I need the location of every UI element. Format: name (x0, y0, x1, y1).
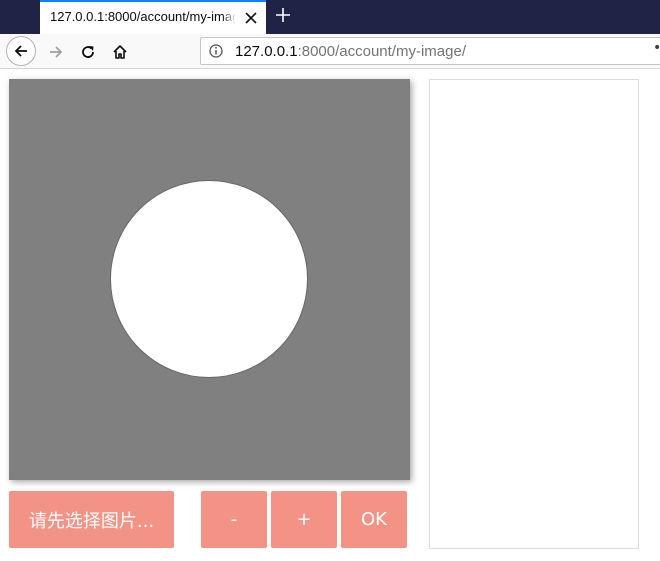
home-button[interactable] (106, 38, 134, 66)
ok-button[interactable]: OK (341, 491, 407, 548)
more-dots-icon[interactable]: •• (653, 40, 660, 56)
reload-button[interactable] (74, 38, 102, 66)
image-cropper[interactable] (9, 79, 410, 480)
close-icon[interactable] (244, 11, 258, 25)
tab-title: 127.0.0.1:8000/account/my-image/ (50, 9, 236, 24)
info-icon[interactable] (209, 44, 223, 58)
browser-tab[interactable]: 127.0.0.1:8000/account/my-image/ (40, 0, 266, 34)
url-bar[interactable]: 127.0.0.1:8000/account/my-image/ •• (200, 37, 660, 65)
url-text: 127.0.0.1:8000/account/my-image/ (235, 43, 466, 60)
tab-strip: 127.0.0.1:8000/account/my-image/ (0, 0, 660, 34)
preview-panel (429, 79, 639, 549)
crop-circle[interactable] (110, 180, 308, 378)
reload-icon (82, 46, 94, 58)
back-button[interactable] (6, 36, 36, 66)
forward-button[interactable] (42, 38, 70, 66)
navigation-toolbar: 127.0.0.1:8000/account/my-image/ •• (0, 34, 660, 69)
back-arrow-icon (14, 45, 27, 57)
zoom-in-button[interactable]: + (271, 491, 337, 548)
home-icon (113, 45, 127, 59)
choose-image-button[interactable]: 请先选择图片... (9, 491, 174, 548)
url-host: 127.0.0.1 (235, 43, 298, 60)
zoom-out-button[interactable]: - (201, 491, 267, 548)
url-path: :8000/account/my-image/ (297, 43, 466, 60)
forward-arrow-icon (50, 46, 63, 58)
plus-icon[interactable] (273, 5, 293, 25)
